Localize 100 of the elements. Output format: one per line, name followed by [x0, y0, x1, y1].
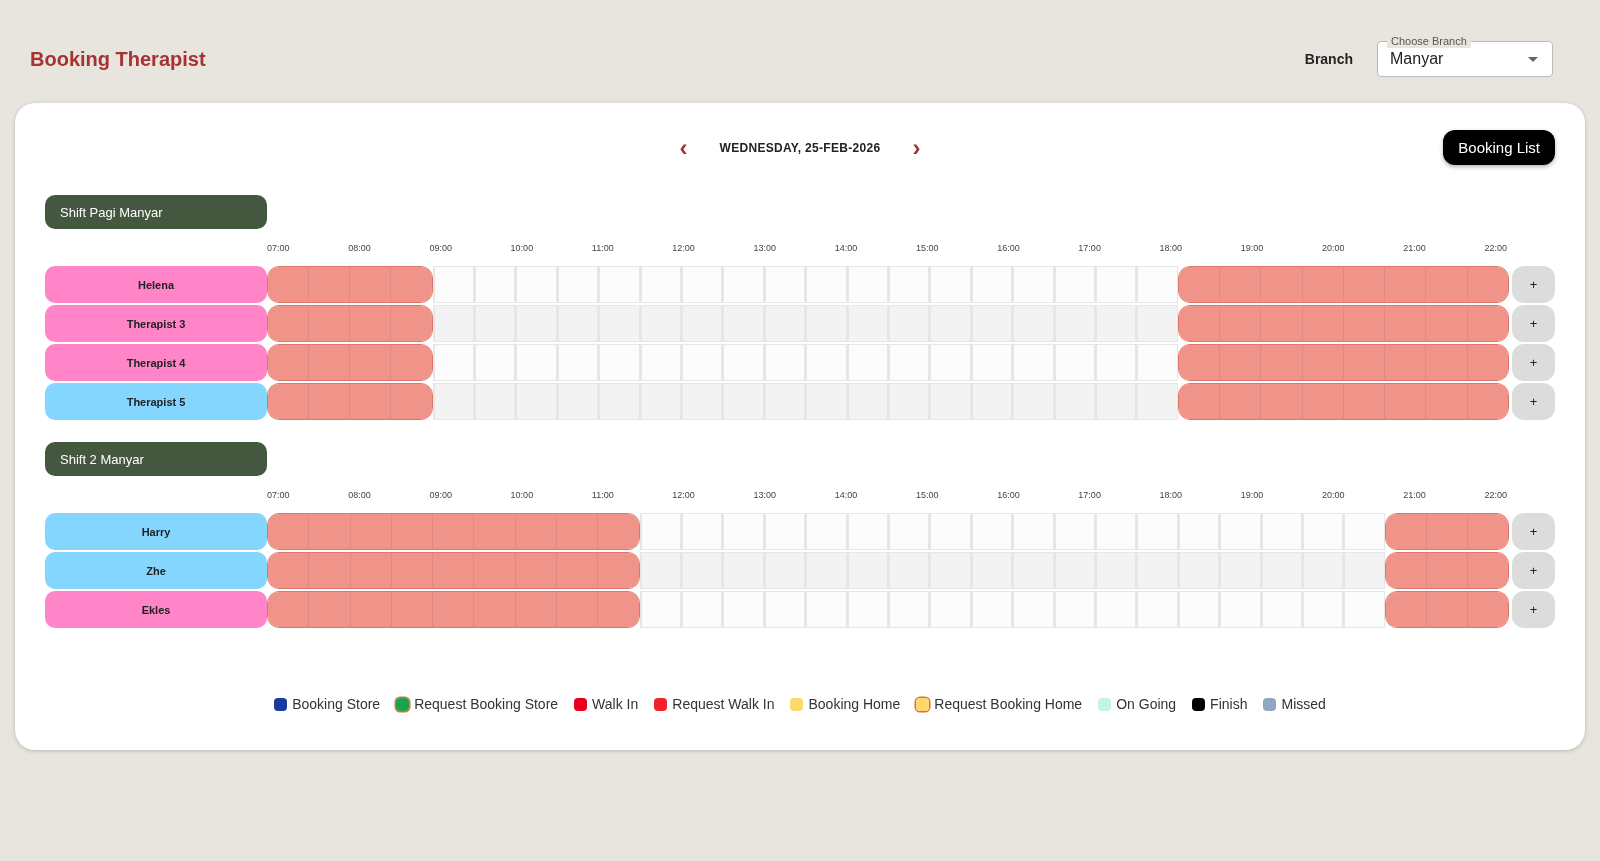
time-slot[interactable]	[556, 383, 599, 420]
time-slot[interactable]	[556, 266, 599, 303]
time-slot[interactable]	[1219, 552, 1261, 589]
time-slot[interactable]	[970, 266, 1013, 303]
booked-slot[interactable]	[1426, 267, 1468, 302]
time-slot[interactable]	[1219, 591, 1261, 628]
time-slot[interactable]	[888, 552, 930, 589]
time-slot[interactable]	[1136, 305, 1178, 342]
time-slot[interactable]	[1260, 513, 1302, 550]
booked-slot[interactable]	[1261, 306, 1303, 341]
booked-slot[interactable]	[1467, 592, 1508, 627]
booked-slot[interactable]	[350, 384, 392, 419]
booking-block[interactable]	[1177, 344, 1509, 381]
time-slot[interactable]	[1136, 591, 1178, 628]
booked-slot[interactable]	[1302, 384, 1344, 419]
time-slot[interactable]	[1095, 591, 1137, 628]
booked-slot[interactable]	[1426, 306, 1468, 341]
booked-slot[interactable]	[1178, 345, 1221, 380]
time-slot[interactable]	[1136, 383, 1178, 420]
booking-block[interactable]	[267, 591, 640, 628]
time-slot[interactable]	[722, 266, 764, 303]
booked-slot[interactable]	[1385, 553, 1427, 588]
time-slot[interactable]	[805, 513, 847, 550]
booked-slot[interactable]	[268, 306, 310, 341]
add-button[interactable]: +	[1512, 344, 1555, 381]
booked-slot[interactable]	[1467, 384, 1508, 419]
booked-slot[interactable]	[556, 553, 599, 588]
booked-slot[interactable]	[1467, 514, 1508, 549]
time-slot[interactable]	[639, 591, 681, 628]
time-slot[interactable]	[763, 552, 806, 589]
time-slot[interactable]	[1095, 266, 1137, 303]
time-slot[interactable]	[1343, 591, 1385, 628]
time-slot[interactable]	[639, 552, 681, 589]
time-slot[interactable]	[1095, 552, 1137, 589]
time-slot[interactable]	[1053, 383, 1095, 420]
booked-slot[interactable]	[1178, 306, 1221, 341]
booked-slot[interactable]	[350, 553, 392, 588]
time-slot[interactable]	[763, 305, 806, 342]
time-slot[interactable]	[846, 305, 888, 342]
time-slot[interactable]	[846, 513, 888, 550]
therapist-name[interactable]: Zhe	[45, 552, 267, 589]
time-slot[interactable]	[515, 305, 557, 342]
booked-slot[interactable]	[309, 345, 351, 380]
booked-slot[interactable]	[1178, 267, 1221, 302]
time-slot[interactable]	[805, 344, 847, 381]
time-slot[interactable]	[970, 344, 1013, 381]
booked-slot[interactable]	[433, 553, 475, 588]
time-slot[interactable]	[805, 266, 847, 303]
booking-block[interactable]	[1384, 513, 1509, 550]
add-button[interactable]: +	[1512, 513, 1555, 550]
time-slot[interactable]	[1012, 383, 1054, 420]
booked-slot[interactable]	[556, 514, 599, 549]
add-button[interactable]: +	[1512, 266, 1555, 303]
time-slot[interactable]	[639, 344, 681, 381]
time-slot[interactable]	[763, 344, 806, 381]
time-slot[interactable]	[970, 591, 1013, 628]
booked-slot[interactable]	[391, 514, 434, 549]
booked-slot[interactable]	[515, 553, 557, 588]
time-slot[interactable]	[763, 383, 806, 420]
booked-slot[interactable]	[391, 345, 432, 380]
time-slot[interactable]	[1012, 591, 1054, 628]
time-slot[interactable]	[1219, 513, 1261, 550]
time-slot[interactable]	[846, 591, 888, 628]
booking-block[interactable]	[1177, 305, 1509, 342]
booked-slot[interactable]	[268, 514, 310, 549]
therapist-name[interactable]: Ekles	[45, 591, 267, 628]
time-slot[interactable]	[970, 383, 1013, 420]
booked-slot[interactable]	[474, 514, 516, 549]
time-slot[interactable]	[888, 591, 930, 628]
therapist-name[interactable]: Harry	[45, 513, 267, 550]
time-slot[interactable]	[515, 344, 557, 381]
add-button[interactable]: +	[1512, 383, 1555, 420]
time-slot[interactable]	[1012, 305, 1054, 342]
time-slot[interactable]	[1095, 513, 1137, 550]
time-slot[interactable]	[1136, 513, 1178, 550]
time-slot[interactable]	[722, 591, 764, 628]
time-slot[interactable]	[722, 513, 764, 550]
therapist-name[interactable]: Therapist 3	[45, 305, 267, 342]
booked-slot[interactable]	[268, 345, 310, 380]
booked-slot[interactable]	[268, 592, 310, 627]
booked-slot[interactable]	[1220, 384, 1262, 419]
booked-slot[interactable]	[1385, 384, 1427, 419]
booked-slot[interactable]	[350, 267, 392, 302]
booked-slot[interactable]	[350, 514, 392, 549]
booked-slot[interactable]	[1467, 553, 1508, 588]
booked-slot[interactable]	[433, 514, 475, 549]
booked-slot[interactable]	[1302, 267, 1344, 302]
booked-slot[interactable]	[598, 553, 639, 588]
booking-block[interactable]	[1177, 266, 1509, 303]
booked-slot[interactable]	[309, 384, 351, 419]
time-slot[interactable]	[474, 383, 516, 420]
time-slot[interactable]	[888, 305, 930, 342]
time-slot[interactable]	[1343, 513, 1385, 550]
time-slot[interactable]	[1012, 513, 1054, 550]
booked-slot[interactable]	[1385, 306, 1427, 341]
time-slot[interactable]	[598, 305, 640, 342]
time-slot[interactable]	[1177, 591, 1220, 628]
therapist-name[interactable]: Helena	[45, 266, 267, 303]
time-slot[interactable]	[722, 383, 764, 420]
time-slot[interactable]	[432, 266, 474, 303]
